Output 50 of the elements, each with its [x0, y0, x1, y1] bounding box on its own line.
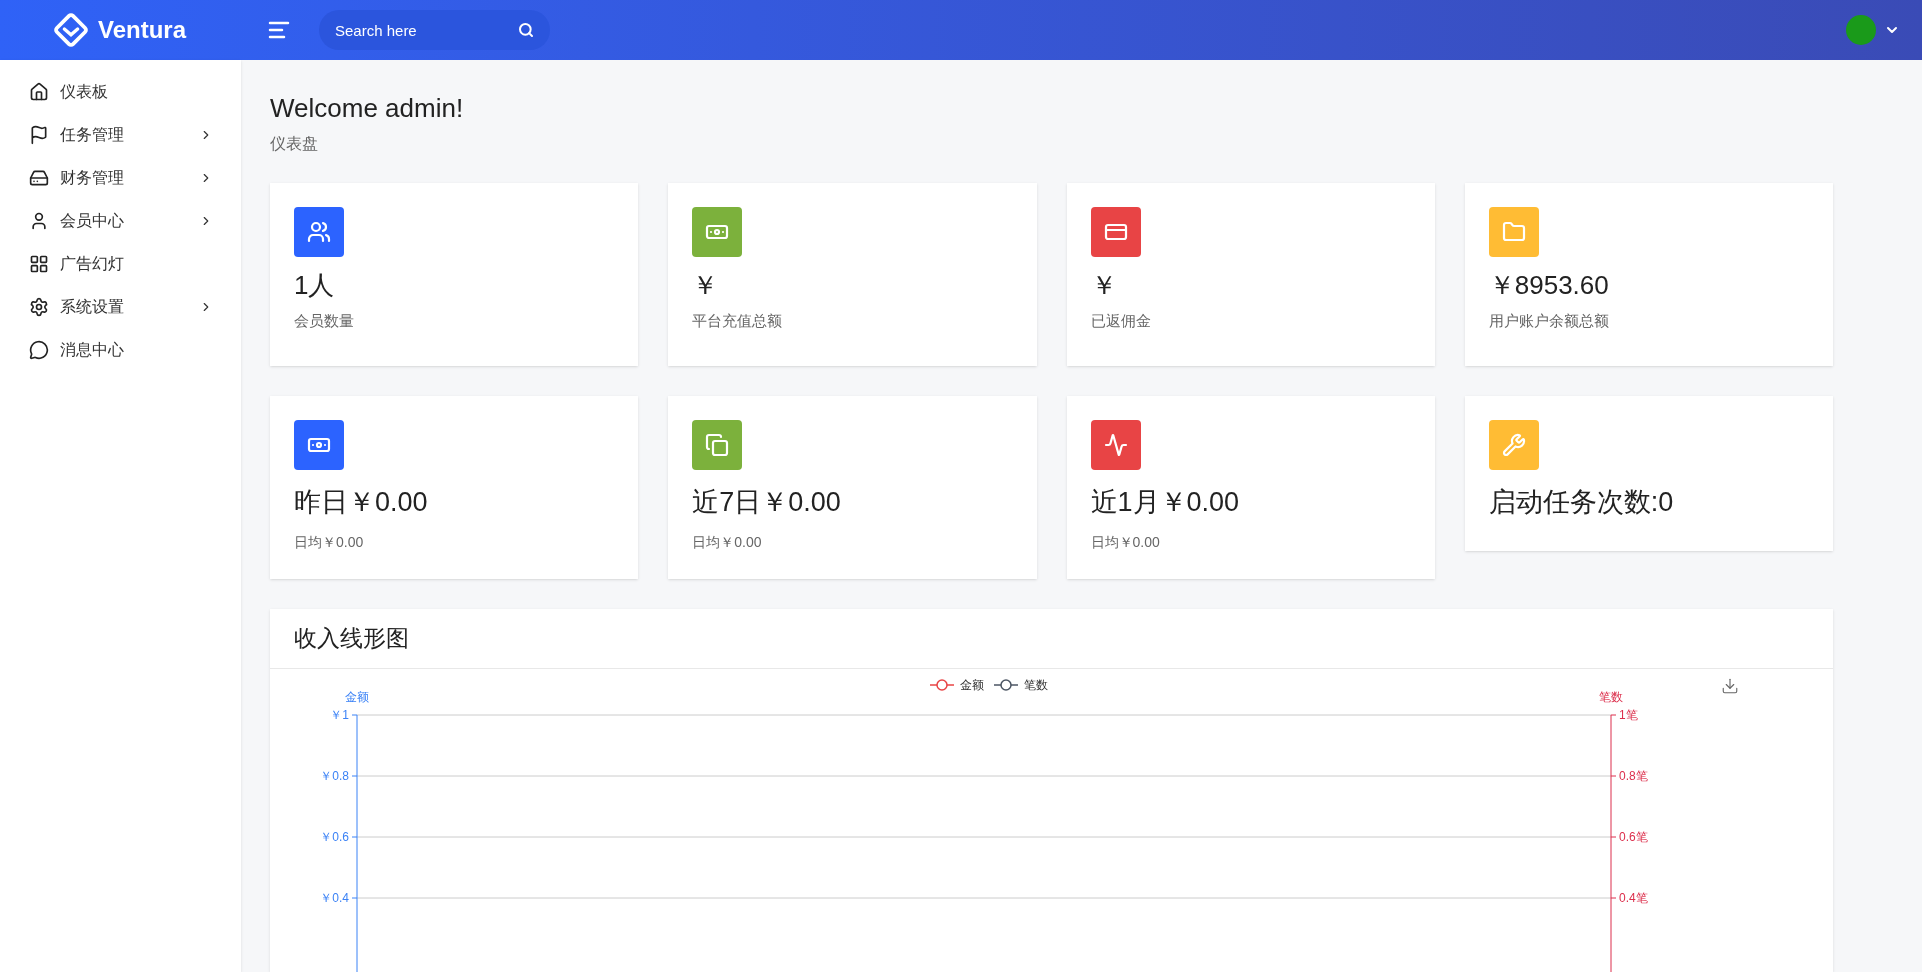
- legend-item[interactable]: 金额: [929, 678, 984, 692]
- stat-value: 近7日￥0.00: [692, 486, 842, 519]
- tick-label: 0.4笔: [1619, 891, 1648, 905]
- axis-title: 金额: [345, 690, 369, 704]
- settings-icon: [29, 296, 49, 317]
- home-icon: [29, 81, 49, 102]
- tick-label: ￥1: [330, 708, 349, 722]
- sidebar-item[interactable]: 财务管理: [0, 156, 241, 199]
- flag-icon: [29, 124, 49, 145]
- stat-value: ￥8953.60: [1488, 269, 1610, 302]
- chat-icon: [29, 339, 49, 360]
- stat-value: ￥: [692, 269, 720, 302]
- stat-value: 启动任务次数:0: [1488, 486, 1675, 519]
- stat-label: 日均￥0.00: [692, 532, 763, 552]
- page-subtitle: 仪表盘: [270, 134, 319, 154]
- search-icon: [518, 22, 534, 38]
- stat-value: 1人: [294, 269, 336, 302]
- legend-label: 金额: [960, 678, 984, 692]
- axis-title: 笔数: [1599, 690, 1623, 704]
- sidebar-item[interactable]: 任务管理: [0, 113, 241, 156]
- logo-icon: [52, 11, 90, 49]
- stat-label: 会员数量: [294, 310, 355, 331]
- stat-label: 已返佣金: [1090, 310, 1152, 331]
- stat-value: ￥: [1090, 269, 1118, 302]
- stat-value: 近1月￥0.00: [1090, 486, 1241, 519]
- download-icon[interactable]: [1721, 677, 1739, 695]
- stat-label: 平台充值总额: [692, 310, 784, 331]
- sidebar-item[interactable]: 广告幻灯: [0, 242, 241, 285]
- search-field[interactable]: Search here: [319, 10, 550, 50]
- tick-label: 0.8笔: [1619, 769, 1648, 783]
- sidebar-item[interactable]: 仪表板: [0, 70, 241, 113]
- tick-label: ￥0.6: [320, 830, 349, 844]
- page-title: Welcome admin!: [270, 92, 465, 125]
- tick-label: ￥0.4: [320, 891, 349, 905]
- stat-label: 日均￥0.00: [294, 532, 365, 552]
- stat-label: 用户账户余额总额: [1488, 310, 1610, 331]
- sidebar-item[interactable]: 会员中心: [0, 199, 241, 242]
- user-icon: [29, 210, 49, 231]
- tick-label: 1笔: [1619, 708, 1638, 722]
- tick-label: ￥0.8: [320, 769, 349, 783]
- stat-value: 昨日￥0.00: [294, 486, 429, 519]
- tick-label: 0.6笔: [1619, 830, 1648, 844]
- card-title: 收入线形图: [294, 624, 409, 654]
- legend-item[interactable]: 笔数: [993, 678, 1048, 692]
- legend-label: 笔数: [1024, 678, 1048, 692]
- stat-label: 日均￥0.00: [1090, 532, 1161, 552]
- brand-name: Ventura: [98, 15, 187, 45]
- grid-icon: [29, 253, 49, 274]
- sidebar-item[interactable]: 消息中心: [0, 328, 241, 371]
- sidebar-item[interactable]: 系统设置: [0, 285, 241, 328]
